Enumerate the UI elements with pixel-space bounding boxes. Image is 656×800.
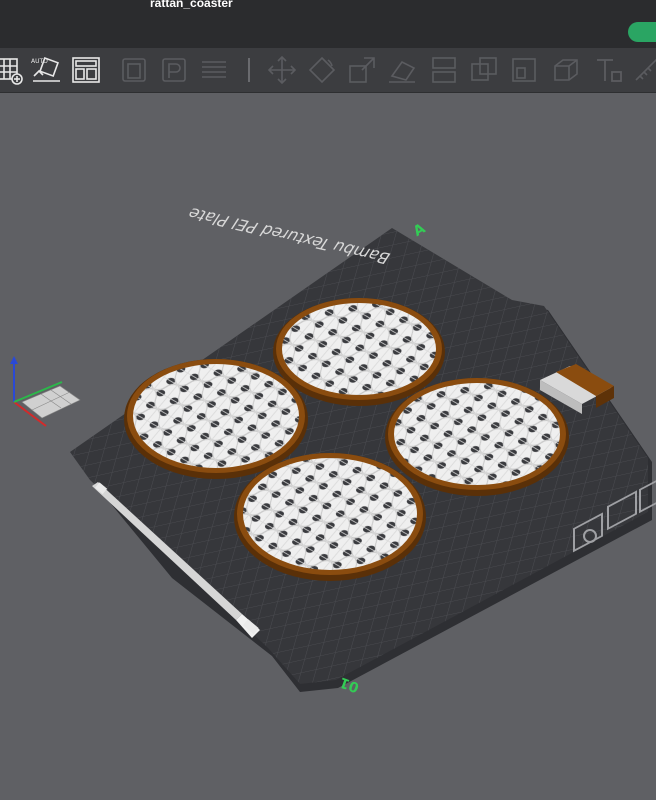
build-plate-scene[interactable]: Bambu Textured PEI Plate A 01 xyxy=(0,0,656,800)
origin-marker: A xyxy=(411,221,429,240)
3d-viewport[interactable]: Bambu Textured PEI Plate A 01 xyxy=(0,93,656,800)
coaster[interactable] xyxy=(273,298,445,406)
app-window: rattan_coaster AUTO Bambu Textured PEI P… xyxy=(0,0,656,800)
coaster[interactable] xyxy=(234,453,426,581)
plate-label: Bambu Textured PEI Plate xyxy=(184,204,394,267)
coaster[interactable] xyxy=(385,378,569,496)
axis-gizmo[interactable] xyxy=(10,356,81,427)
coaster[interactable] xyxy=(124,359,308,479)
